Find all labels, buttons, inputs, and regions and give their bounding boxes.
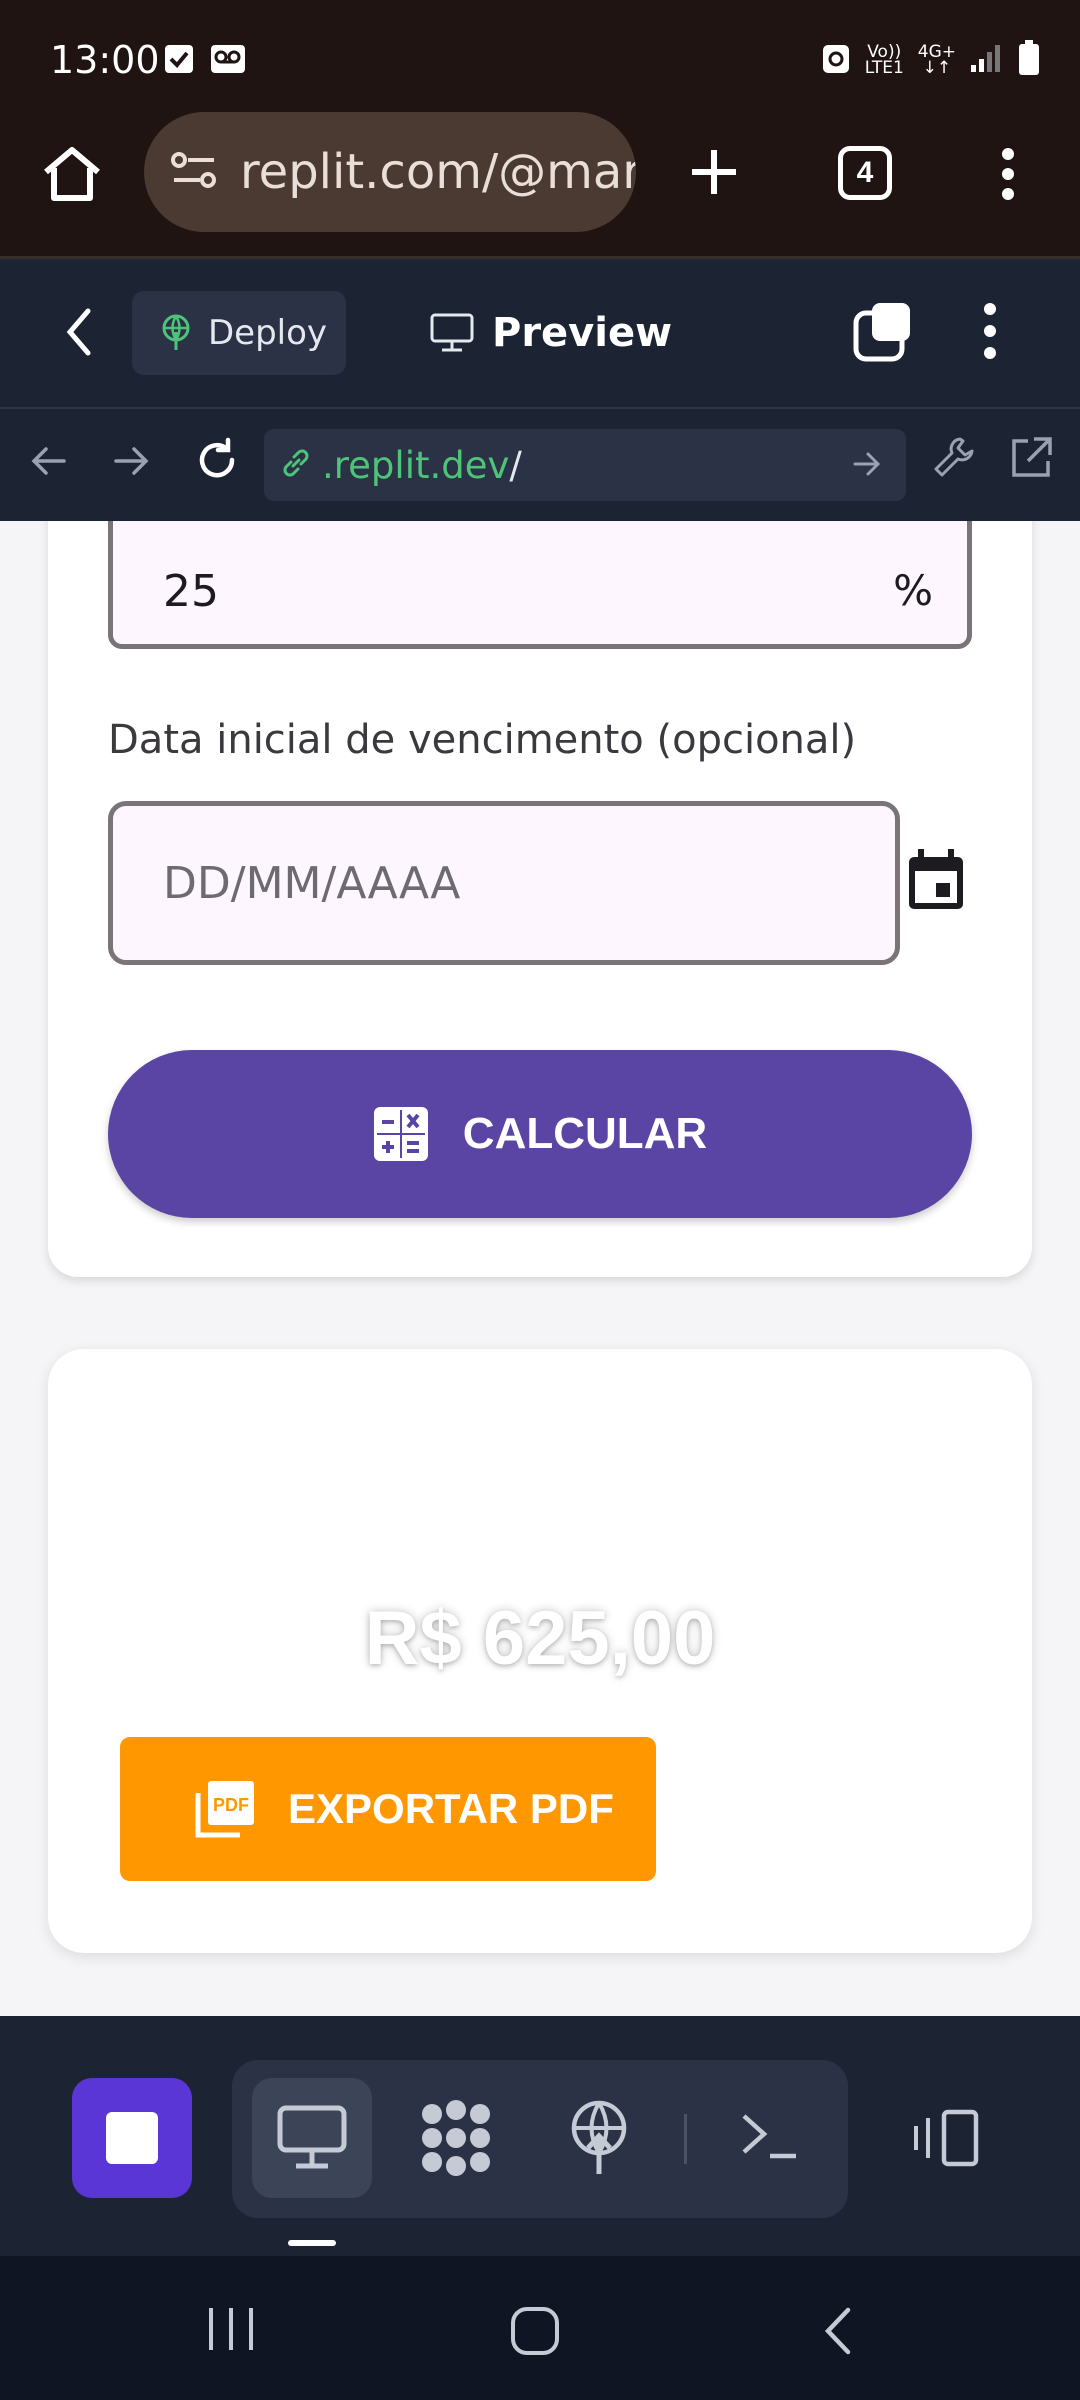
back-nav-icon[interactable]	[820, 2306, 854, 2361]
active-tool-indicator	[288, 2240, 336, 2246]
signal-icon	[970, 43, 1004, 76]
recycle-icon	[821, 41, 851, 78]
link-icon	[278, 445, 314, 486]
home-nav-icon[interactable]	[510, 2306, 560, 2361]
device-preview-icon[interactable]	[912, 2108, 982, 2173]
network-type: 4G+ ↓↑	[918, 43, 956, 78]
pdf-icon: PDF	[195, 1781, 254, 1838]
webview-url-bar[interactable]: .replit.dev/	[264, 429, 906, 501]
percentage-input[interactable]: 25 %	[108, 521, 972, 649]
tool-separator	[684, 2114, 687, 2164]
preview-label: Preview	[492, 310, 673, 356]
deploy-button[interactable]: Deploy	[132, 291, 346, 375]
replit-menu-icon[interactable]	[980, 301, 1000, 366]
open-external-icon[interactable]	[1008, 435, 1054, 486]
network-label: Vo)) LTE1	[864, 43, 904, 78]
webview-content: 25 % Data inicial de vencimento (opciona…	[0, 521, 1080, 2016]
stop-icon	[106, 2112, 158, 2164]
percentage-suffix: %	[893, 566, 933, 615]
check-notification-icon	[164, 44, 194, 79]
percentage-value: 25	[163, 566, 219, 617]
status-time: 13:00	[50, 38, 160, 82]
battery-icon	[1018, 40, 1040, 79]
replit-header: Deploy Preview	[0, 259, 1080, 409]
deployments-icon[interactable]	[568, 2100, 630, 2181]
webview-url-domain: .replit.dev	[322, 443, 510, 487]
data-arrows-icon: ↓↑	[922, 57, 952, 78]
agent-icon[interactable]	[418, 2100, 494, 2181]
webview-url: .replit.dev/	[322, 444, 522, 487]
browser-address-bar[interactable]: replit.com/@mari	[144, 112, 636, 232]
due-date-input[interactable]: DD/MM/AAAA	[108, 801, 900, 965]
network-line2: LTE1	[864, 57, 904, 78]
result-card: R$ 625,00 PDF EXPORTAR PDF	[48, 1349, 1032, 1953]
monitor-icon	[430, 313, 474, 352]
due-date-label: Data inicial de vencimento (opcional)	[108, 717, 857, 763]
deploy-label: Deploy	[208, 313, 328, 353]
calculate-button[interactable]: CALCULAR	[108, 1050, 972, 1218]
android-nav-bar	[0, 2256, 1080, 2400]
home-icon[interactable]	[40, 144, 104, 209]
deploy-icon	[162, 314, 190, 350]
replit-bottom-toolbar	[0, 2016, 1080, 2256]
pane-switcher-icon[interactable]	[852, 301, 914, 368]
devtools-wrench-icon[interactable]	[932, 435, 978, 486]
stop-button[interactable]	[72, 2078, 192, 2198]
new-tab-icon[interactable]	[686, 144, 742, 205]
webview-back-icon[interactable]	[28, 441, 68, 486]
calculate-label: CALCULAR	[462, 1109, 708, 1158]
calculator-icon	[373, 1107, 428, 1161]
tab-switcher-button[interactable]: 4	[838, 146, 892, 200]
svg-text:PDF: PDF	[213, 1795, 249, 1815]
status-right-icons: Vo)) LTE1 4G+ ↓↑	[821, 40, 1040, 79]
voicemail-icon	[210, 44, 246, 79]
back-chevron-icon[interactable]	[64, 307, 94, 362]
export-pdf-button[interactable]: PDF EXPORTAR PDF	[120, 1737, 656, 1881]
browser-menu-icon[interactable]	[996, 146, 1020, 207]
go-arrow-icon[interactable]	[852, 449, 882, 484]
preview-monitor-icon[interactable]	[276, 2104, 348, 2175]
webview-url-path: /	[509, 443, 522, 487]
total-amount: R$ 625,00	[364, 1596, 716, 1681]
webview-forward-icon[interactable]	[112, 441, 152, 486]
reload-icon[interactable]	[194, 437, 240, 488]
recent-apps-icon[interactable]	[206, 2306, 256, 2357]
tool-group	[232, 2060, 848, 2218]
status-bar: 13:00 Vo)) LTE1 4G+ ↓↑	[0, 0, 1080, 110]
tab-preview[interactable]: Preview	[430, 291, 672, 375]
shell-icon[interactable]	[740, 2110, 800, 2167]
browser-toolbar: replit.com/@mari 4	[0, 110, 1080, 256]
browser-url: replit.com/@mari	[240, 144, 636, 200]
calendar-icon[interactable]	[906, 847, 966, 916]
export-pdf-label: EXPORTAR PDF	[288, 1785, 614, 1832]
webview-toolbar: .replit.dev/	[0, 409, 1080, 521]
site-settings-icon[interactable]	[170, 150, 218, 195]
